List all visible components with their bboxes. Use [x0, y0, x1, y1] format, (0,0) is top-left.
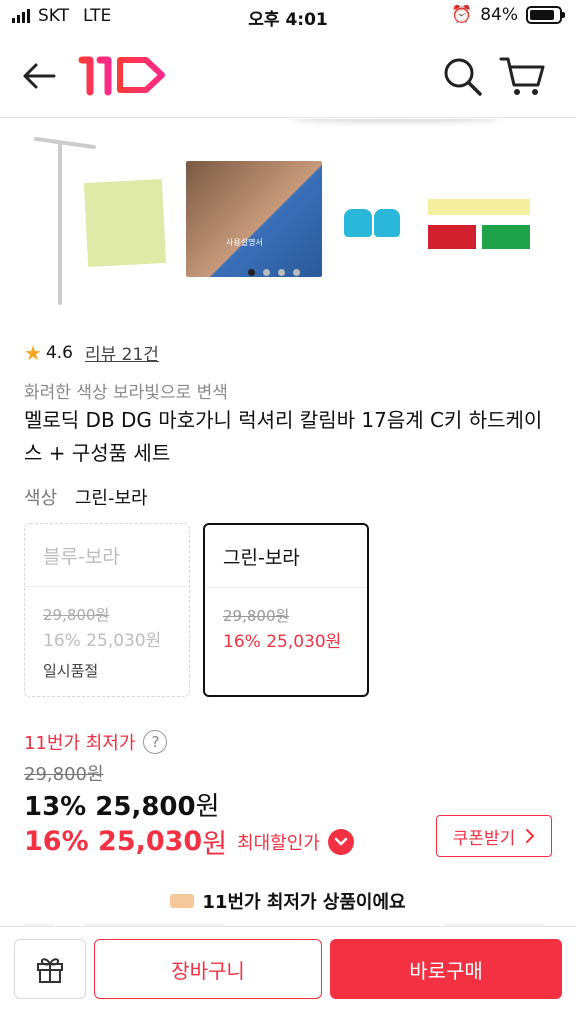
cart-icon[interactable]	[498, 54, 546, 98]
green-sticker-image	[482, 225, 530, 249]
pagination-dot[interactable]	[293, 269, 300, 276]
alarm-icon: ⏰	[451, 5, 473, 25]
option-divider	[25, 586, 189, 587]
option-stock-status: 일시품절	[43, 662, 99, 680]
finger-guard-image-1	[344, 209, 372, 237]
red-sticker-image	[428, 225, 476, 249]
gift-button[interactable]	[14, 939, 86, 999]
review-count-link[interactable]: 리뷰 21건	[85, 340, 159, 365]
battery-percent: 84%	[480, 5, 518, 25]
option-selected-value: 그린-보라	[74, 488, 148, 509]
coupon-ticket-icon	[170, 894, 195, 908]
chevron-right-icon	[526, 829, 535, 843]
option-summary: 색상 그린-보라	[24, 484, 148, 510]
option-name: 그린-보라	[223, 547, 300, 569]
app-header	[0, 34, 576, 118]
gallery-pagination[interactable]	[248, 269, 300, 276]
max-price-unit: 원	[202, 829, 228, 860]
original-price: 29,800원	[24, 764, 104, 785]
option-label: 색상	[24, 488, 58, 509]
sale-price-unit: 원	[195, 792, 220, 822]
option-original-price: 29,800원	[223, 607, 290, 625]
add-to-cart-button[interactable]: 장바구니	[94, 939, 322, 999]
chevron-down-icon[interactable]	[327, 828, 354, 855]
buy-now-button[interactable]: 바로구매	[330, 939, 562, 999]
star-icon: ★	[24, 340, 42, 365]
product-image-gallery[interactable]: 사용설명서	[0, 119, 576, 309]
coupon-button-label: 쿠폰받기	[452, 828, 516, 849]
product-photo: 사용설명서	[186, 161, 322, 277]
pagination-dot[interactable]	[248, 269, 255, 276]
lowest-price-banner: 11번가 최저가 상품이에요	[0, 878, 576, 924]
pagination-dot[interactable]	[278, 269, 285, 276]
finger-guard-image-2	[374, 209, 400, 237]
option-name: 블루-보라	[43, 546, 120, 568]
option-discount-price: 16% 25,030원	[43, 631, 162, 651]
bottom-action-bar: 장바구니 바로구매	[0, 926, 576, 1024]
coupon-button[interactable]: 쿠폰받기	[436, 815, 552, 857]
banner-text: 11번가 최저가 상품이에요	[202, 892, 406, 913]
pagination-dot[interactable]	[263, 269, 270, 276]
gallery-shadow	[290, 119, 500, 123]
cleaning-cloth-image	[83, 179, 167, 267]
11st-logo[interactable]	[78, 52, 168, 98]
status-bar: SKT LTE 오후 4:01 ⏰ 84%	[0, 0, 576, 34]
option-card-blue-purple[interactable]: 블루-보라 29,800원 16% 25,030원 일시품절	[24, 523, 190, 697]
lowest-price-label: 11번가 최저가 ?	[24, 729, 168, 755]
max-discount-tag: 최대할인가	[237, 832, 320, 854]
max-price-amount: 16% 25,030	[24, 826, 203, 857]
help-icon[interactable]: ?	[143, 730, 168, 754]
rating-row: ★ 4.6 리뷰 21건	[24, 340, 159, 366]
option-divider	[205, 587, 367, 588]
note-sticker-image	[428, 199, 530, 215]
gift-icon	[37, 958, 63, 983]
option-card-green-purple[interactable]: 그린-보라 29,800원 16% 25,030원	[203, 523, 369, 697]
sale-price-amount: 13% 25,800	[24, 792, 196, 822]
lowest-price-text: 11번가 최저가	[24, 733, 136, 754]
product-subtitle: 화려한 색상 보라빛으로 변색	[24, 383, 228, 403]
photo-caption: 사용설명서	[226, 238, 263, 247]
option-discount-price: 16% 25,030원	[223, 632, 342, 652]
search-icon[interactable]	[440, 54, 484, 98]
product-title: 멜로딕 DB DG 마호가니 럭셔리 칼림바 17음계 C키 하드케이스 + 구…	[24, 408, 543, 465]
option-original-price: 29,800원	[43, 606, 110, 624]
battery-icon	[526, 6, 565, 24]
back-arrow-icon[interactable]	[20, 56, 60, 96]
rating-value: 4.6	[45, 342, 73, 363]
sale-price: 13% 25,800원	[24, 786, 220, 823]
max-discount-price: 16% 25,030 원 최대할인가	[24, 822, 354, 861]
